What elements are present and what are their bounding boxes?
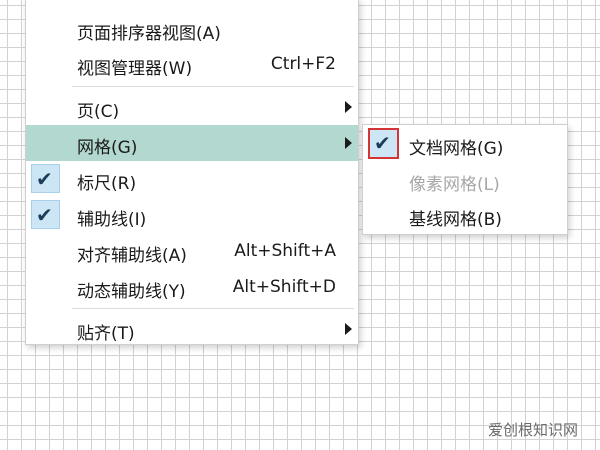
menu-item-shortcut: Alt+Shift+D — [232, 277, 336, 297]
menu-item-label: 标尺(R) — [77, 174, 137, 194]
menu-item-dynamic-guides[interactable]: 动态辅助线(Y) Alt+Shift+D — [26, 269, 358, 305]
menu-item-rulers[interactable]: ✔ 标尺(R) — [26, 161, 358, 197]
menu-separator — [72, 86, 354, 87]
menu-item-label: 辅助线(I) — [77, 210, 147, 230]
menu-separator — [72, 308, 354, 309]
menu-item-label: 对齐辅助线(A) — [77, 246, 187, 266]
submenu-item-document-grid[interactable]: ✔ 文档网格(G) — [363, 126, 567, 162]
watermark-text: 爱创根知识网 — [487, 421, 578, 439]
check-indicator: ✔ — [31, 164, 60, 193]
menu-item-shortcut: Ctrl+F2 — [270, 54, 336, 74]
menu-item-shortcut: Alt+Shift+A — [234, 241, 336, 261]
menu-item-label: 页面排序器视图(A) — [77, 24, 221, 44]
menu-item-label: 页(C) — [77, 102, 120, 122]
menu-item-snap-to[interactable]: 贴齐(T) — [26, 311, 358, 347]
submenu-arrow-icon — [345, 101, 352, 113]
submenu-item-baseline-grid[interactable]: 基线网格(B) — [363, 197, 567, 233]
menu-item-label: 网格(G) — [77, 138, 138, 158]
menu-item-label: 视图管理器(W) — [77, 59, 193, 79]
grid-submenu: ✔ 文档网格(G) 像素网格(L) 基线网格(B) — [362, 124, 568, 235]
check-indicator: ✔ — [31, 200, 60, 229]
menu-item-page[interactable]: 页(C) — [26, 89, 358, 125]
menu-item-alignment-guides[interactable]: 对齐辅助线(A) Alt+Shift+A — [26, 233, 358, 269]
checkmark-icon: ✔ — [374, 131, 391, 155]
highlighted-check-indicator: ✔ — [368, 128, 399, 159]
submenu-arrow-icon — [345, 137, 352, 149]
menu-item-label: 动态辅助线(Y) — [77, 282, 186, 302]
submenu-item-label: 文档网格(G) — [409, 139, 504, 159]
menu-item-page-sorter-view[interactable]: 页面排序器视图(A) — [26, 11, 358, 47]
submenu-item-label: 基线网格(B) — [409, 210, 502, 230]
checkmark-icon: ✔ — [36, 167, 53, 191]
submenu-item-pixel-grid: 像素网格(L) — [363, 162, 567, 198]
menu-item-label: 贴齐(T) — [77, 324, 135, 344]
checkmark-icon: ✔ — [36, 203, 53, 227]
menu-item-view-manager[interactable]: 视图管理器(W) Ctrl+F2 — [26, 46, 358, 82]
menu-item-guidelines[interactable]: ✔ 辅助线(I) — [26, 197, 358, 233]
menu-item-grid[interactable]: 网格(G) — [26, 125, 358, 161]
submenu-arrow-icon — [345, 323, 352, 335]
view-menu: 页面排序器视图(A) 视图管理器(W) Ctrl+F2 页(C) 网格(G) ✔… — [25, 0, 359, 345]
submenu-item-label: 像素网格(L) — [409, 175, 500, 195]
